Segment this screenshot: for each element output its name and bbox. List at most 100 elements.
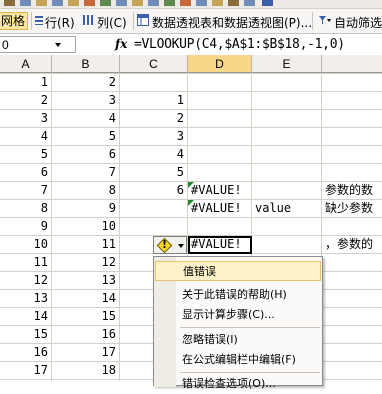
toolbar-icon[interactable] xyxy=(164,0,175,6)
cell-d1[interactable] xyxy=(188,73,251,91)
menu-item-show-steps[interactable]: 显示计算步骤(C)... xyxy=(155,305,321,325)
cell-c9[interactable] xyxy=(120,217,187,235)
cell-a14[interactable]: 14 xyxy=(0,307,51,325)
cell-a1[interactable]: 1 xyxy=(0,73,51,91)
cell-e8[interactable]: value xyxy=(252,199,321,217)
cell-b11[interactable]: 12 xyxy=(52,253,119,271)
column-button[interactable]: 列(C) xyxy=(97,14,127,31)
toolbar-icon[interactable] xyxy=(4,0,15,6)
toolbar-icon[interactable] xyxy=(132,0,143,6)
cell-e9[interactable] xyxy=(252,217,321,235)
cell-e6[interactable] xyxy=(252,163,321,181)
cell-d6[interactable] xyxy=(188,163,251,181)
cell-b14[interactable]: 15 xyxy=(52,307,119,325)
insert-column-icon[interactable] xyxy=(82,14,94,29)
cell-c3[interactable]: 2 xyxy=(120,109,187,127)
cell-b17[interactable]: 18 xyxy=(52,361,119,379)
cell-b9[interactable]: 10 xyxy=(52,217,119,235)
cell-f15[interactable] xyxy=(322,325,382,343)
column-header-f[interactable] xyxy=(322,55,382,73)
cell-f17[interactable] xyxy=(322,361,382,379)
cell-a8[interactable]: 8 xyxy=(0,199,51,217)
cell-f13[interactable] xyxy=(322,289,382,307)
autofilter-button[interactable]: 自动筛选 xyxy=(334,14,382,31)
cell-f16[interactable] xyxy=(322,343,382,361)
toolbar-icon[interactable] xyxy=(84,0,95,6)
pivot-table-icon[interactable] xyxy=(137,14,149,29)
cell-f3[interactable] xyxy=(322,109,382,127)
cell-f14[interactable] xyxy=(322,307,382,325)
cell-e4[interactable] xyxy=(252,127,321,145)
column-header-c[interactable]: C xyxy=(120,55,188,73)
cell-f10[interactable]: ，参数的 xyxy=(322,235,382,253)
cell-b16[interactable]: 17 xyxy=(52,343,119,361)
cell-c2[interactable]: 1 xyxy=(120,91,187,109)
cell-a3[interactable]: 3 xyxy=(0,109,51,127)
cell-f9[interactable] xyxy=(322,217,382,235)
menu-item-edit-in-formula-bar[interactable]: 在公式编辑栏中编辑(F) xyxy=(155,350,321,370)
cell-f5[interactable] xyxy=(322,145,382,163)
cell-a4[interactable]: 4 xyxy=(0,127,51,145)
cell-f6[interactable] xyxy=(322,163,382,181)
toolbar-icon[interactable] xyxy=(228,0,239,6)
insert-row-icon[interactable] xyxy=(34,14,44,29)
cell-f8[interactable]: 缺少参数 xyxy=(322,199,382,217)
cell-a2[interactable]: 2 xyxy=(0,91,51,109)
toolbar-icon[interactable] xyxy=(212,0,223,6)
toolbar-icon[interactable] xyxy=(244,0,255,6)
cell-a10[interactable]: 10 xyxy=(0,235,51,253)
toolbar-icon[interactable] xyxy=(262,0,273,6)
toolbar-icon[interactable] xyxy=(180,0,191,6)
cell-e2[interactable] xyxy=(252,91,321,109)
cell-e5[interactable] xyxy=(252,145,321,163)
cell-a9[interactable]: 9 xyxy=(0,217,51,235)
cell-e7[interactable] xyxy=(252,181,321,199)
cell-a7[interactable]: 7 xyxy=(0,181,51,199)
formula-input[interactable]: =VLOOKUP(C4,$A$1:$B$18,-1,0) xyxy=(134,37,345,52)
cell-c8[interactable] xyxy=(120,199,187,217)
cell-f2[interactable] xyxy=(322,91,382,109)
cell-d7[interactable]: #VALUE! xyxy=(188,181,251,199)
cell-a13[interactable]: 13 xyxy=(0,289,51,307)
cell-b2[interactable]: 3 xyxy=(52,91,119,109)
toolbar-icon[interactable] xyxy=(100,0,111,6)
cell-e10[interactable] xyxy=(252,235,321,253)
name-box[interactable]: 0 xyxy=(0,36,76,53)
menu-item-ignore-error[interactable]: 忽略错误(I) xyxy=(155,330,321,350)
cell-d3[interactable] xyxy=(188,109,251,127)
menu-item-help[interactable]: 关于此错误的帮助(H) xyxy=(155,285,321,305)
cell-b7[interactable]: 8 xyxy=(52,181,119,199)
row-button[interactable]: 行(R) xyxy=(45,14,75,31)
active-cell[interactable] xyxy=(188,236,252,254)
cell-a12[interactable]: 12 xyxy=(0,271,51,289)
cell-b6[interactable]: 7 xyxy=(52,163,119,181)
cell-d5[interactable] xyxy=(188,145,251,163)
cell-f7[interactable]: 参数的数 xyxy=(322,181,382,199)
cell-e1[interactable] xyxy=(252,73,321,91)
error-check-button[interactable]: ! xyxy=(153,236,187,254)
cell-c1[interactable] xyxy=(120,73,187,91)
chevron-down-icon[interactable] xyxy=(55,43,61,47)
cell-f11[interactable] xyxy=(322,253,382,271)
toolbar-icon[interactable] xyxy=(68,0,79,6)
cell-a6[interactable]: 6 xyxy=(0,163,51,181)
cell-b3[interactable]: 4 xyxy=(52,109,119,127)
cell-b12[interactable]: 13 xyxy=(52,271,119,289)
toolbar-icon[interactable] xyxy=(52,0,63,6)
cell-c5[interactable]: 4 xyxy=(120,145,187,163)
toolbar-icon[interactable] xyxy=(36,0,47,6)
cell-f4[interactable] xyxy=(322,127,382,145)
cell-d2[interactable] xyxy=(188,91,251,109)
cell-a5[interactable]: 5 xyxy=(0,145,51,163)
toolbar-icon[interactable] xyxy=(148,0,159,6)
cell-e3[interactable] xyxy=(252,109,321,127)
cell-a15[interactable]: 15 xyxy=(0,325,51,343)
cell-b13[interactable]: 14 xyxy=(52,289,119,307)
pivot-table-button[interactable]: 数据透视表和数据透视图(P)... xyxy=(152,14,312,31)
toolbar-icon[interactable] xyxy=(196,0,207,6)
cell-b1[interactable]: 2 xyxy=(52,73,119,91)
menu-item-value-error[interactable]: 值错误 xyxy=(155,261,321,281)
column-header-e[interactable]: E xyxy=(252,55,322,73)
cell-c7[interactable]: 6 xyxy=(120,181,187,199)
cell-f12[interactable] xyxy=(322,271,382,289)
